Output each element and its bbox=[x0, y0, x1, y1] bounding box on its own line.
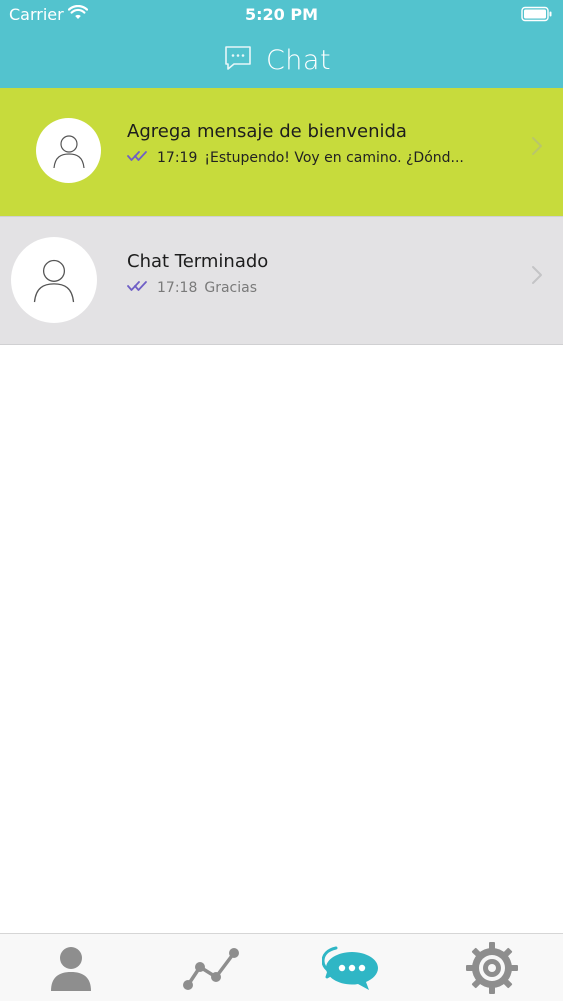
chat-row[interactable]: Chat Terminado 17:18 Gracias bbox=[0, 216, 563, 345]
tab-settings[interactable] bbox=[462, 940, 522, 996]
profile-icon bbox=[51, 947, 91, 991]
gear-icon bbox=[466, 942, 518, 994]
tab-profile[interactable] bbox=[41, 940, 101, 996]
person-icon bbox=[52, 134, 85, 168]
title-bar: Chat bbox=[0, 40, 563, 80]
message-preview: ¡Estupendo! Voy en camino. ¿Dónd... bbox=[204, 150, 464, 166]
chat-meta: 17:18 Gracias bbox=[127, 280, 257, 296]
chevron-right-icon bbox=[530, 136, 544, 156]
stats-icon bbox=[183, 948, 239, 990]
message-time: 17:19 bbox=[157, 150, 198, 166]
message-time: 17:18 bbox=[157, 280, 198, 296]
message-preview: Gracias bbox=[204, 280, 258, 296]
chat-meta: 17:19 ¡Estupendo! Voy en camino. ¿Dónd..… bbox=[127, 150, 464, 166]
tab-chat[interactable] bbox=[322, 940, 382, 996]
tab-stats[interactable] bbox=[181, 940, 241, 996]
avatar bbox=[11, 237, 97, 323]
chat-name: Chat Terminado bbox=[127, 251, 269, 272]
page-title: Chat bbox=[265, 44, 332, 76]
chat-bubble-icon bbox=[224, 45, 252, 75]
header: Carrier 5:20 PM Chat bbox=[0, 0, 563, 88]
clock: 5:20 PM bbox=[244, 5, 318, 24]
double-check-icon bbox=[127, 280, 149, 296]
chat-row[interactable]: Agrega mensaje de bienvenida 17:19 ¡Estu… bbox=[0, 88, 563, 216]
battery-icon bbox=[521, 6, 553, 26]
person-icon bbox=[33, 259, 75, 303]
chat-name: Agrega mensaje de bienvenida bbox=[127, 121, 407, 142]
tab-bar bbox=[0, 933, 563, 1001]
avatar bbox=[36, 118, 101, 183]
status-bar: Carrier 5:20 PM bbox=[0, 0, 563, 30]
double-check-icon bbox=[127, 150, 149, 166]
chevron-right-icon bbox=[530, 265, 544, 285]
chat-icon bbox=[322, 946, 378, 990]
